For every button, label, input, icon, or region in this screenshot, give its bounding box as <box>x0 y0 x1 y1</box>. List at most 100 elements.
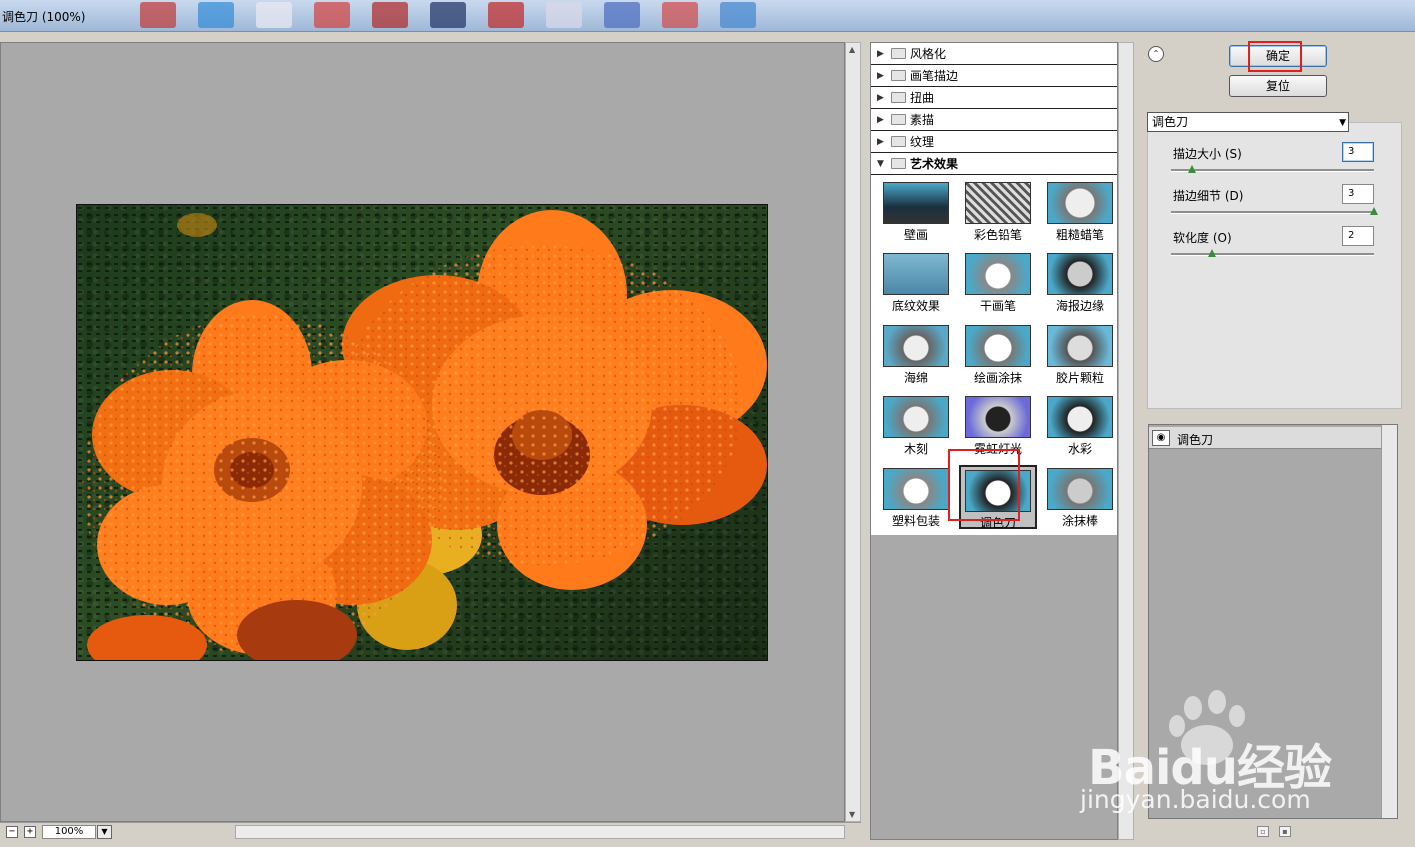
thumbnail-image <box>1047 396 1113 439</box>
stroke-size-input[interactable]: 3 <box>1342 142 1374 162</box>
taskbar-icons <box>140 2 756 30</box>
taskbar-app-icon[interactable] <box>140 2 176 28</box>
taskbar-app-icon[interactable] <box>198 2 234 28</box>
filter-thumb-smudge-stick[interactable]: 涂抹棒 <box>1041 465 1119 529</box>
filter-thumb-poster-edges[interactable]: 海报边缘 <box>1041 250 1119 314</box>
filter-category-brush-strokes[interactable]: ▶ 画笔描边 <box>871 65 1117 87</box>
filter-category-label: 画笔描边 <box>910 69 959 83</box>
filter-category-label: 扭曲 <box>910 91 935 105</box>
thumbnail-image <box>883 467 949 510</box>
thumbnail-image <box>965 253 1031 296</box>
filter-category-label: 素描 <box>910 113 935 127</box>
delete-effect-layer-icon[interactable]: ▪ <box>1279 826 1291 837</box>
layers-scrollbar[interactable] <box>1381 425 1397 818</box>
softness-input[interactable]: 2 <box>1342 226 1374 246</box>
taskbar-app-icon[interactable] <box>256 2 292 28</box>
filter-category-texture[interactable]: ▶ 纹理 <box>871 131 1117 153</box>
effect-layer-row[interactable]: ◉ 调色刀 <box>1149 427 1381 449</box>
thumbnail-image <box>965 396 1031 439</box>
filter-thumb-label: 干画笔 <box>979 299 1016 314</box>
watermark-url: jingyan.baidu.com <box>1080 785 1311 814</box>
filter-thumb-paint-daubs[interactable]: 绘画涂抹 <box>959 322 1037 386</box>
filter-thumb-label: 塑料包装 <box>891 513 940 528</box>
filter-thumb-underpainting[interactable]: 底纹效果 <box>877 250 955 314</box>
scroll-down-icon[interactable]: ▼ <box>849 810 855 819</box>
expand-triangle-icon[interactable]: ▶ <box>877 49 887 59</box>
flower-illustration <box>77 205 767 660</box>
filter-thumb-label: 海绵 <box>903 370 928 385</box>
filter-thumb-film-grain[interactable]: 胶片颗粒 <box>1041 322 1119 386</box>
filter-category-stylize[interactable]: ▶ 风格化 <box>871 43 1117 65</box>
thumbnail-image <box>1047 467 1113 510</box>
filter-thumb-label: 胶片颗粒 <box>1055 370 1104 385</box>
filter-thumb-cutout[interactable]: 木刻 <box>877 393 955 457</box>
stroke-detail-slider[interactable] <box>1171 207 1378 215</box>
reset-button[interactable]: 复位 <box>1229 75 1327 97</box>
folder-icon <box>891 70 906 81</box>
taskbar-app-icon[interactable] <box>372 2 408 28</box>
filter-category-distort[interactable]: ▶ 扭曲 <box>871 87 1117 109</box>
zoom-in-button[interactable]: + <box>24 826 36 838</box>
stroke-size-label: 描边大小 (S) <box>1173 147 1242 161</box>
filter-thumb-colored-pencil[interactable]: 彩色铅笔 <box>959 179 1037 243</box>
zoom-level-field[interactable]: 100% <box>42 825 96 839</box>
window-titlebar: 调色刀 (100%) <box>0 0 1415 32</box>
taskbar-app-icon[interactable] <box>546 2 582 28</box>
scroll-up-icon[interactable]: ▲ <box>849 45 855 54</box>
filter-thumb-watercolor[interactable]: 水彩 <box>1041 393 1119 457</box>
effect-layer-name: 调色刀 <box>1177 433 1214 447</box>
filter-thumb-sponge[interactable]: 海绵 <box>877 322 955 386</box>
thumbnail-image <box>1047 253 1113 296</box>
stroke-size-slider[interactable] <box>1171 165 1374 173</box>
taskbar-app-icon[interactable] <box>314 2 350 28</box>
collapse-panel-icon[interactable]: ⌃ <box>1148 46 1164 62</box>
preview-vertical-scrollbar[interactable]: ▲ ▼ <box>845 42 861 822</box>
expand-triangle-icon[interactable]: ▶ <box>877 137 887 147</box>
eye-visibility-icon[interactable]: ◉ <box>1152 430 1170 446</box>
dropdown-arrow-icon[interactable]: ▼ <box>1339 114 1346 132</box>
filter-thumb-label: 粗糙蜡笔 <box>1055 228 1104 242</box>
thumbnail-image <box>883 182 949 224</box>
softness-slider[interactable] <box>1171 249 1374 257</box>
slider-handle[interactable] <box>1188 165 1196 173</box>
thumbnail-image <box>1047 324 1113 367</box>
filter-thumb-label: 底纹效果 <box>891 299 940 314</box>
expand-triangle-icon[interactable]: ▶ <box>877 93 887 103</box>
filter-select-dropdown[interactable]: 调色刀 ▼ <box>1147 112 1349 132</box>
slider-handle[interactable] <box>1370 207 1378 215</box>
filter-thumb-label: 绘画涂抹 <box>973 370 1022 385</box>
filter-thumb-label: 海报边缘 <box>1055 299 1104 314</box>
filter-category-artistic[interactable]: ▼ 艺术效果 <box>871 153 1117 175</box>
thumbnail-image <box>965 182 1031 224</box>
taskbar-app-icon[interactable] <box>488 2 524 28</box>
filter-thumb-neon-glow[interactable]: 霓虹灯光 <box>959 393 1037 457</box>
taskbar-app-icon[interactable] <box>662 2 698 28</box>
filter-thumb-dry-brush[interactable]: 干画笔 <box>959 250 1037 314</box>
taskbar-app-icon[interactable] <box>720 2 756 28</box>
expand-triangle-icon[interactable]: ▶ <box>877 115 887 125</box>
taskbar-app-icon[interactable] <box>604 2 640 28</box>
collapse-triangle-icon[interactable]: ▼ <box>877 159 887 169</box>
preview-horizontal-scrollbar[interactable] <box>235 825 845 839</box>
filter-category-label: 纹理 <box>910 135 935 149</box>
filter-thumb-plastic-wrap[interactable]: 塑料包装 <box>877 465 955 529</box>
filter-category-sketch[interactable]: ▶ 素描 <box>871 109 1117 131</box>
taskbar-app-icon[interactable] <box>430 2 466 28</box>
filter-select-value: 调色刀 <box>1152 115 1189 129</box>
filter-category-label: 艺术效果 <box>910 157 959 171</box>
zoom-dropdown-icon[interactable]: ▼ <box>97 825 112 839</box>
selected-filter-highlight <box>948 449 1020 521</box>
thumbnail-image <box>883 324 949 367</box>
filter-thumb-rough-pastels[interactable]: 粗糙蜡笔 <box>1041 179 1119 243</box>
softness-label: 软化度 (O) <box>1173 231 1232 245</box>
thumbnail-image <box>1047 182 1113 224</box>
thumbnail-image <box>883 396 949 439</box>
slider-handle[interactable] <box>1208 249 1216 257</box>
stroke-detail-input[interactable]: 3 <box>1342 184 1374 204</box>
stroke-detail-label: 描边细节 (D) <box>1173 189 1244 203</box>
expand-triangle-icon[interactable]: ▶ <box>877 71 887 81</box>
zoom-out-button[interactable]: − <box>6 826 18 838</box>
filter-thumb-fresco[interactable]: 壁画 <box>877 179 955 243</box>
new-effect-layer-icon[interactable]: ▫ <box>1257 826 1269 837</box>
preview-image[interactable] <box>76 204 768 661</box>
